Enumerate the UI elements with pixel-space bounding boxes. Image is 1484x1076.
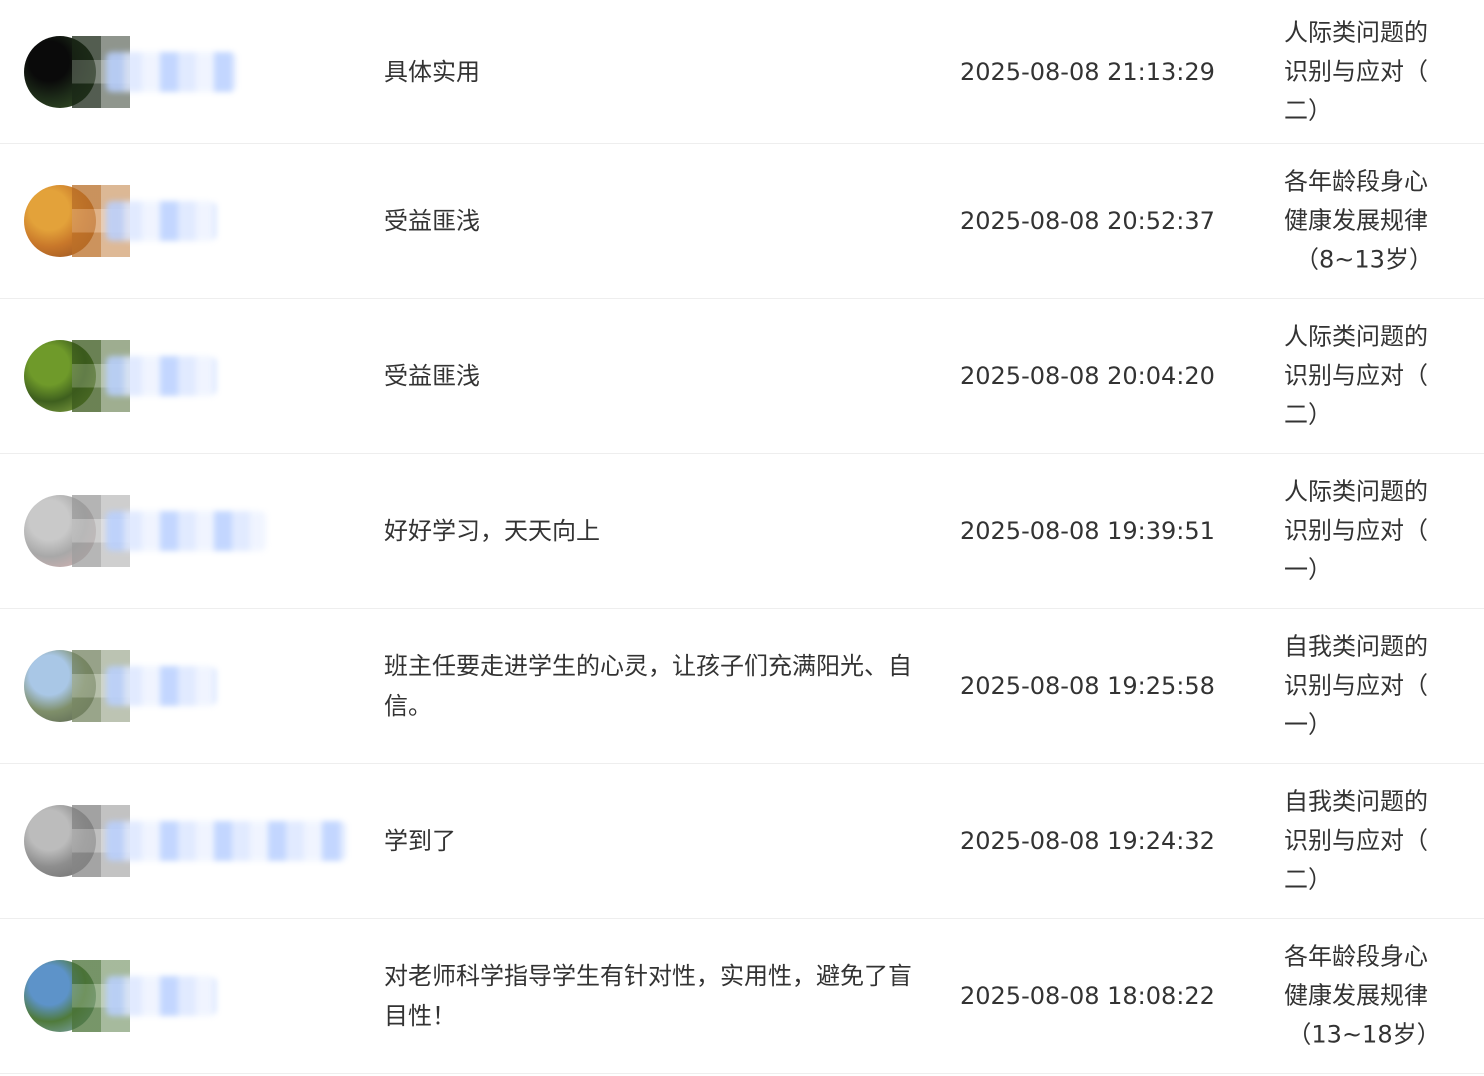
comment-time: 2025-08-08 19:25:58	[960, 672, 1215, 700]
comment-time: 2025-08-08 20:04:20	[960, 362, 1215, 390]
course-title[interactable]: 人际类问题的 识别与应对（ 一）	[1284, 473, 1444, 590]
course-title-line: 人际类问题的	[1284, 18, 1428, 46]
course-title-line: 识别与应对（	[1284, 826, 1428, 855]
course-title-line: 二）	[1284, 400, 1332, 429]
course-title-line: 自我类问题的	[1284, 632, 1428, 661]
course-title-line: 识别与应对（	[1284, 671, 1428, 700]
course-title-line: 一）	[1284, 555, 1332, 584]
blurred-username[interactable]	[106, 976, 216, 1016]
course-title-line: 健康发展规律	[1284, 981, 1428, 1010]
comment-text: 学到了	[384, 827, 456, 855]
comment-text: 好好学习，天天向上	[384, 517, 600, 545]
comment-text: 班主任要走进学生的心灵，让孩子们充满阳光、自信。	[384, 652, 912, 720]
course-title-line: 健康发展规律	[1284, 206, 1428, 235]
blurred-username[interactable]	[106, 356, 216, 396]
table-row: 对老师科学指导学生有针对性，实用性，避免了盲目性！ 2025-08-08 18:0…	[0, 919, 1484, 1074]
comment-time: 2025-08-08 19:39:51	[960, 517, 1215, 545]
blurred-username[interactable]	[106, 511, 266, 551]
course-title[interactable]: 人际类问题的 识别与应对（ 二）	[1284, 13, 1444, 130]
course-title-line: 各年龄段身心	[1284, 167, 1428, 196]
blurred-username[interactable]	[106, 201, 216, 241]
blurred-username[interactable]	[106, 666, 216, 706]
comment-time: 2025-08-08 21:13:29	[960, 57, 1215, 86]
user-cell	[24, 144, 354, 298]
blurred-username[interactable]	[106, 821, 346, 861]
course-title-line: 人际类问题的	[1284, 322, 1428, 351]
comment-text: 对老师科学指导学生有针对性，实用性，避免了盲目性！	[384, 962, 912, 1030]
course-title-line: 人际类问题的	[1284, 477, 1428, 506]
course-title[interactable]: 各年龄段身心 健康发展规律 （13~18岁）	[1284, 938, 1444, 1055]
comment-text: 受益匪浅	[384, 207, 480, 235]
blurred-username[interactable]	[106, 51, 236, 92]
table-row: 学到了 2025-08-08 19:24:32 自我类问题的 识别与应对（ 二）	[0, 764, 1484, 919]
course-title-line: 二）	[1284, 96, 1332, 124]
user-cell	[24, 764, 354, 918]
comment-time: 2025-08-08 19:24:32	[960, 827, 1215, 855]
course-title-line: 一）	[1284, 710, 1332, 739]
comment-text: 具体实用	[384, 57, 480, 86]
table-row: 受益匪浅 2025-08-08 20:52:37 各年龄段身心 健康发展规律 （8~13…	[0, 144, 1484, 299]
table-row: 具体实用 2025-08-08 21:13:29 人际类问题的 识别与应对（ 二）	[0, 0, 1484, 144]
course-title[interactable]: 自我类问题的 识别与应对（ 一）	[1284, 628, 1444, 745]
course-title-line: 二）	[1284, 865, 1332, 894]
user-cell	[24, 454, 354, 608]
comment-time: 2025-08-08 20:52:37	[960, 207, 1215, 235]
table-row: 好好学习，天天向上 2025-08-08 19:39:51 人际类问题的 识别与应对（…	[0, 454, 1484, 609]
table-row: 受益匪浅 2025-08-08 20:04:20 人际类问题的 识别与应对（ 二）	[0, 299, 1484, 454]
user-cell	[24, 919, 354, 1073]
course-title-line: （13~18岁）	[1287, 1020, 1441, 1049]
comments-table: 具体实用 2025-08-08 21:13:29 人际类问题的 识别与应对（ 二） 受益匪…	[0, 0, 1484, 1074]
user-cell	[24, 609, 354, 763]
course-title-line: （8~13岁）	[1295, 245, 1433, 274]
user-cell	[24, 0, 354, 143]
user-cell	[24, 299, 354, 453]
course-title-line: 识别与应对（	[1284, 516, 1428, 545]
comment-text: 受益匪浅	[384, 362, 480, 390]
course-title[interactable]: 人际类问题的 识别与应对（ 二）	[1284, 318, 1444, 435]
course-title-line: 各年龄段身心	[1284, 942, 1428, 971]
table-row: 班主任要走进学生的心灵，让孩子们充满阳光、自信。 2025-08-08 19:25…	[0, 609, 1484, 764]
course-title-line: 识别与应对（	[1284, 361, 1428, 390]
comment-time: 2025-08-08 18:08:22	[960, 982, 1215, 1010]
course-title[interactable]: 自我类问题的 识别与应对（ 二）	[1284, 783, 1444, 900]
course-title-line: 自我类问题的	[1284, 787, 1428, 816]
course-title-line: 识别与应对（	[1284, 57, 1428, 85]
course-title[interactable]: 各年龄段身心 健康发展规律 （8~13岁）	[1284, 163, 1444, 280]
